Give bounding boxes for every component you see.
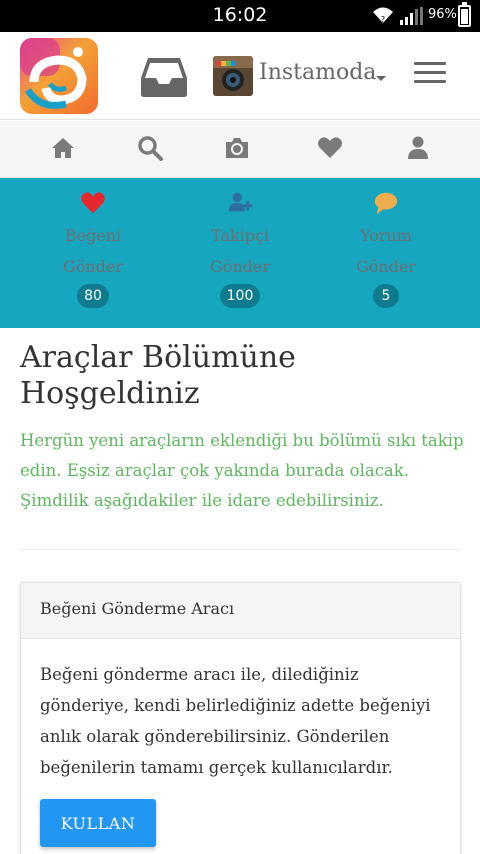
count-badge: 5 [373, 284, 399, 308]
count-badge: 80 [77, 284, 109, 308]
user-icon[interactable] [404, 134, 432, 162]
menu-line [414, 62, 446, 65]
divider [20, 549, 460, 550]
page-title: Araçlar Bölümüne Hoşgeldiniz [20, 340, 296, 411]
svg-text:?: ? [381, 15, 385, 24]
avatar[interactable] [213, 56, 253, 96]
app-logo-icon[interactable] [20, 38, 98, 114]
menu-line [414, 71, 446, 74]
intro-text: Hergün yeni araçların eklendiği bu bölüm… [20, 431, 464, 510]
stat-label: Gönder [62, 257, 124, 276]
signal-icon [400, 7, 423, 25]
app-header: Instamoda [0, 32, 480, 120]
heart-icon [81, 192, 105, 214]
count-badge: 100 [219, 284, 261, 308]
stat-label: Takipçi [210, 226, 270, 245]
menu-line [414, 80, 446, 83]
hamburger-menu-icon[interactable] [414, 62, 446, 88]
stat-label: Gönder [355, 257, 417, 276]
battery-fill [461, 9, 468, 24]
heart-icon[interactable] [316, 134, 344, 162]
wifi-icon: ? [373, 7, 393, 24]
stat-follower[interactable]: Takipçi Gönder 100 [180, 190, 300, 308]
tool-card: Beğeni Gönderme Aracı Beğeni gönderme ar… [20, 582, 461, 854]
chevron-down-icon[interactable] [376, 76, 386, 81]
card-description: Beğeni gönderme aracı ile, dilediğiniz g… [40, 665, 431, 777]
card-title: Beğeni Gönderme Aracı [21, 583, 460, 639]
stat-like[interactable]: Beğeni Gönder 80 [33, 190, 153, 308]
account-switcher[interactable]: Instamoda [259, 60, 376, 85]
inbox-icon[interactable] [140, 56, 188, 98]
comment-icon [374, 192, 398, 215]
user-plus-icon [228, 192, 253, 212]
home-icon[interactable] [49, 134, 77, 162]
stat-label: Beğeni [64, 226, 122, 245]
battery-percent: 96% [428, 7, 457, 22]
stat-label: Gönder [209, 257, 271, 276]
camera-icon[interactable] [223, 134, 251, 162]
icon-navbar [0, 121, 480, 178]
status-bar: 16:02 ? 96% [0, 0, 480, 32]
stats-bar: Beğeni Gönder 80 Takipçi Gönder 100 Yoru… [0, 178, 480, 328]
search-icon[interactable] [136, 134, 164, 162]
use-button[interactable]: KULLAN [40, 799, 156, 847]
battery-icon [458, 2, 471, 27]
stat-label: Yorum [360, 226, 412, 245]
stat-comment[interactable]: Yorum Gönder 5 [326, 190, 446, 308]
